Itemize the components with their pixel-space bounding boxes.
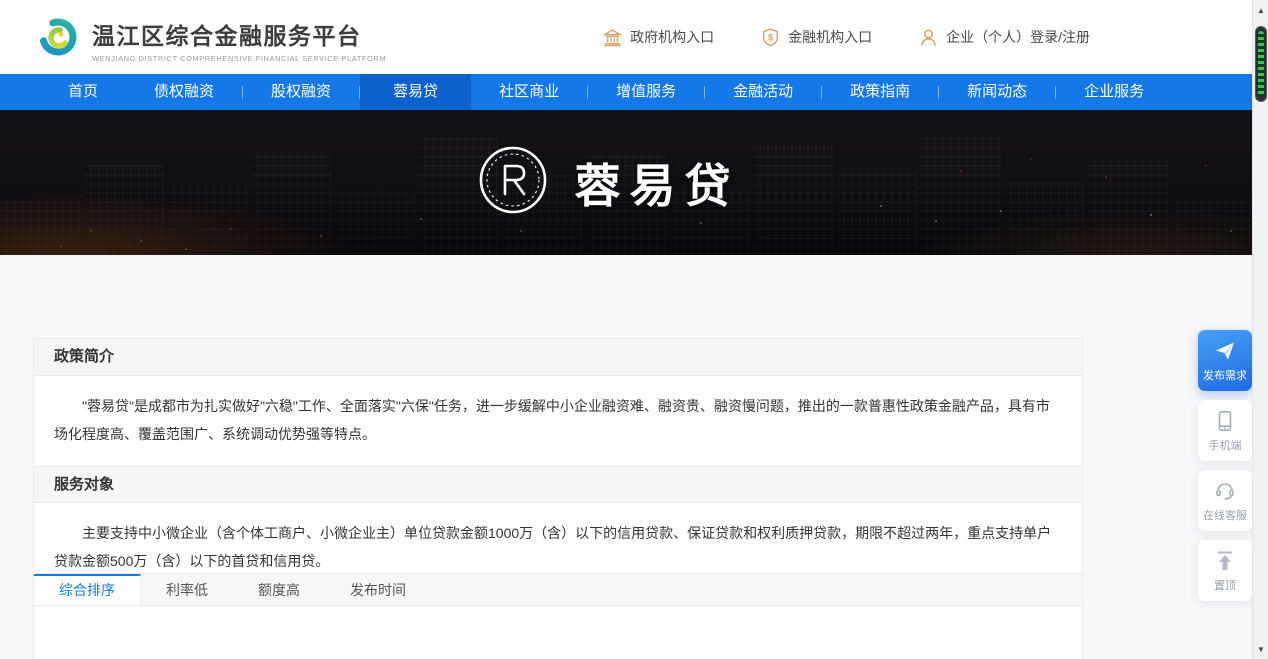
publish-demand-button[interactable]: 发布需求: [1198, 330, 1252, 391]
site-logo[interactable]: 温江区综合金融服务平台 WENJIANG DISTRICT COMPREHENS…: [34, 13, 386, 66]
gov-entry-link[interactable]: 政府机构入口: [602, 27, 714, 48]
nav-item-value-added[interactable]: 增值服务: [588, 74, 704, 110]
tab-high-quota[interactable]: 额度高: [233, 574, 325, 605]
paper-plane-icon: [1198, 339, 1252, 363]
scrollbar-thumb[interactable]: [1255, 26, 1267, 102]
scrollbar-up-arrow-icon[interactable]: ▲: [1253, 2, 1268, 18]
phoenix-swirl-logo-icon: [34, 13, 82, 66]
nav-item-community-business[interactable]: 社区商业: [471, 74, 587, 110]
nav-item-enterprise-services[interactable]: 企业服务: [1056, 74, 1172, 110]
tab-low-rate[interactable]: 利率低: [141, 574, 233, 605]
sort-tabbar: 综合排序 利率低 额度高 发布时间: [34, 574, 1082, 606]
list-item[interactable]: 成都中小企业融资担保有限责任公司 - 蓉易贷 2021-06-11: [34, 606, 1082, 659]
arrow-to-top-icon: [1198, 549, 1252, 573]
tab-publish-time[interactable]: 发布时间: [325, 574, 431, 605]
nav-item-news[interactable]: 新闻动态: [939, 74, 1055, 110]
shield-dollar-icon: $: [760, 27, 781, 48]
tab-comprehensive-sort[interactable]: 综合排序: [34, 574, 141, 605]
banner-title: 蓉易贷: [575, 150, 740, 216]
back-to-top-button[interactable]: 置顶: [1198, 540, 1252, 601]
section-heading-policy-intro: 政策简介: [34, 339, 1082, 376]
rongyidai-badge-icon: [477, 144, 549, 221]
nav-item-equity-financing[interactable]: 股权融资: [243, 74, 359, 110]
scrollbar: ▲ ▼: [1252, 0, 1268, 659]
site-title: 温江区综合金融服务平台: [92, 17, 386, 51]
nav-item-rongyidai[interactable]: 蓉易贷: [360, 74, 471, 110]
main-nav: 首页 债权融资 股权融资 蓉易贷 社区商业 增值服务 金融活动 政策指南 新闻动…: [0, 74, 1252, 110]
nav-item-finance-activities[interactable]: 金融活动: [705, 74, 821, 110]
login-register-label: 企业（个人）登录/注册: [946, 27, 1090, 47]
gov-entry-label: 政府机构入口: [630, 27, 714, 47]
headset-icon: [1198, 479, 1252, 503]
online-service-button[interactable]: 在线客服: [1198, 470, 1252, 531]
section-heading-service-target: 服务对象: [34, 466, 1082, 503]
finance-entry-label: 金融机构入口: [788, 27, 872, 47]
floating-toolbar: 发布需求 手机端 在线客服: [1198, 330, 1252, 601]
finance-entry-link[interactable]: $ 金融机构入口: [760, 27, 872, 48]
scrollbar-down-arrow-icon[interactable]: ▼: [1253, 641, 1268, 657]
hero-banner: 蓉易贷: [0, 110, 1252, 255]
mobile-phone-icon: [1198, 409, 1252, 433]
login-register-link[interactable]: 企业（个人）登录/注册: [918, 27, 1090, 48]
section-body-policy-intro: "蓉易贷"是成都市为扎实做好"六稳"工作、全面落实"六保"任务，进一步缓解中小企…: [34, 376, 1082, 466]
header-links: 政府机构入口 $ 金融机构入口 企业（个人）登录/注册: [602, 0, 1090, 74]
nav-item-home[interactable]: 首页: [40, 74, 126, 110]
nav-item-debt-financing[interactable]: 债权融资: [126, 74, 242, 110]
svg-text:$: $: [768, 32, 773, 42]
bank-icon: [602, 27, 623, 48]
header: 温江区综合金融服务平台 WENJIANG DISTRICT COMPREHENS…: [0, 0, 1252, 74]
mobile-version-label: 手机端: [1209, 440, 1242, 452]
publish-demand-label: 发布需求: [1203, 370, 1247, 382]
user-icon: [918, 27, 939, 48]
policy-box: 政策简介 "蓉易贷"是成都市为扎实做好"六稳"工作、全面落实"六保"任务，进一步…: [33, 338, 1083, 594]
site-subtitle: WENJIANG DISTRICT COMPREHENSIVE FINANCIA…: [92, 54, 386, 63]
back-to-top-label: 置顶: [1214, 580, 1236, 592]
page: 温江区综合金融服务平台 WENJIANG DISTRICT COMPREHENS…: [0, 0, 1268, 659]
banner-content: 蓉易贷: [0, 110, 1234, 255]
nav-item-policy-guide[interactable]: 政策指南: [822, 74, 938, 110]
logo-text: 温江区综合金融服务平台 WENJIANG DISTRICT COMPREHENS…: [92, 17, 386, 63]
online-service-label: 在线客服: [1203, 510, 1247, 522]
mobile-version-button[interactable]: 手机端: [1198, 400, 1252, 461]
product-list-box: 综合排序 利率低 额度高 发布时间 成都中小企业融资担保有限责任公司 - 蓉易贷…: [33, 573, 1083, 659]
